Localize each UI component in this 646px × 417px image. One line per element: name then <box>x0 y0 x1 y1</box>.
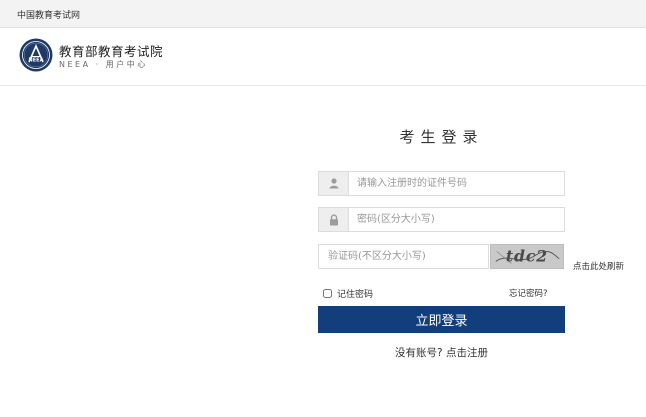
user-icon <box>319 172 349 195</box>
site-home-link[interactable]: 中国教育考试网 <box>17 8 80 21</box>
password-field <box>318 207 565 232</box>
captcha-image[interactable]: tdc2 <box>490 244 564 269</box>
emblem-text: NEEA <box>29 58 44 64</box>
login-button[interactable]: 立即登录 <box>318 306 565 333</box>
lock-icon <box>319 208 349 231</box>
brand-name: 教育部教育考试院 <box>59 44 164 59</box>
brand-subtitle: NEEA · 用户中心 <box>59 60 148 69</box>
refresh-captcha-link[interactable]: 点击此处刷新 <box>573 260 624 272</box>
captcha-text: tdc2 <box>506 247 548 266</box>
id-number-field <box>318 171 565 196</box>
id-number-input[interactable] <box>357 175 557 192</box>
top-bar: 中国教育考试网 <box>0 0 646 28</box>
site-header: NEEA 教育部教育考试院 NEEA · 用户中心 <box>0 28 646 86</box>
login-title: 考生登录 <box>399 128 484 146</box>
password-input[interactable] <box>357 211 557 228</box>
forgot-password-link[interactable]: 忘记密码? <box>509 287 548 299</box>
register-prompt: 没有账号? 点击注册 <box>318 345 565 360</box>
register-link[interactable]: 点击注册 <box>446 347 488 359</box>
remember-password-label: 记住密码 <box>337 290 374 300</box>
captcha-field <box>318 244 489 269</box>
remember-password-checkbox[interactable] <box>323 289 332 298</box>
remember-password[interactable]: 记住密码 <box>323 287 373 300</box>
neea-emblem-icon: NEEA <box>19 38 53 72</box>
register-prefix: 没有账号? <box>395 347 443 359</box>
captcha-input[interactable] <box>328 248 483 265</box>
